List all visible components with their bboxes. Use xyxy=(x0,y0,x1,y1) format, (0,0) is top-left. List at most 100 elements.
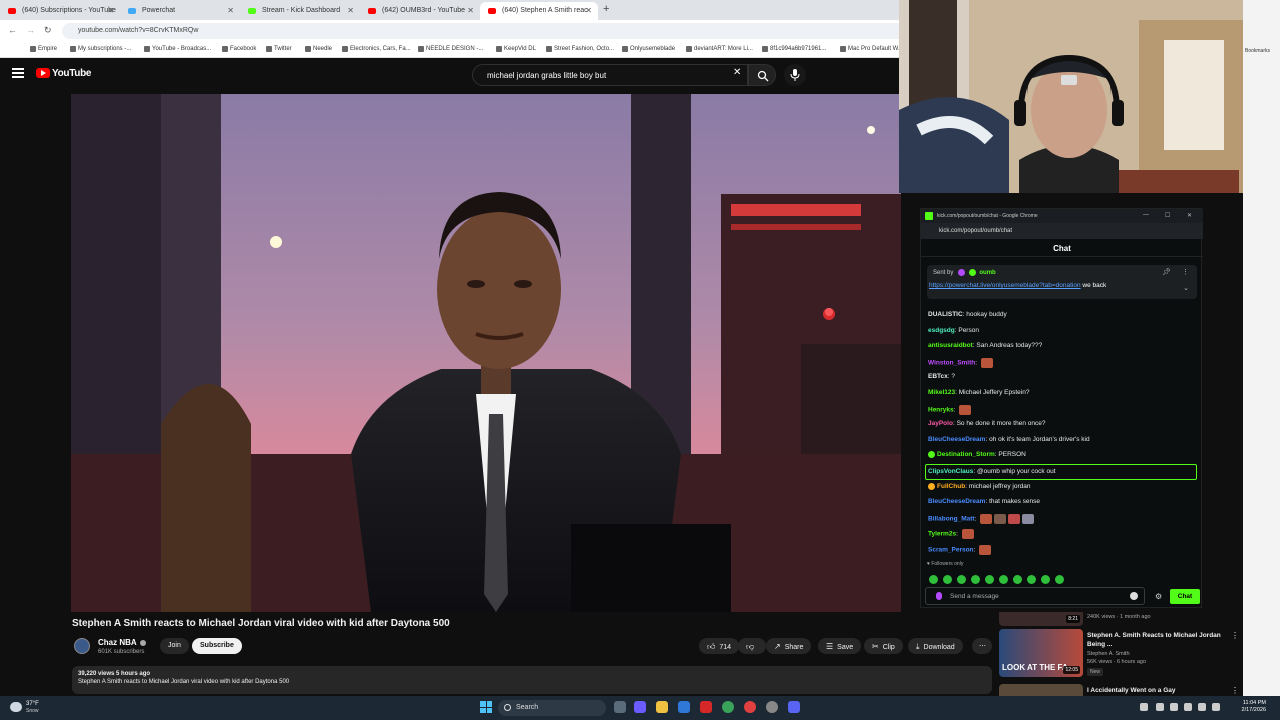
hamburger-menu-icon[interactable] xyxy=(12,68,24,78)
emote-icon[interactable] xyxy=(971,575,980,584)
forward-icon[interactable]: → xyxy=(26,25,35,35)
new-tab-icon[interactable]: + xyxy=(603,3,609,15)
app-icon[interactable] xyxy=(744,701,756,713)
windows-start-icon[interactable] xyxy=(480,701,492,713)
tray-icon[interactable] xyxy=(1156,703,1164,711)
chat-window-url[interactable]: kick.com/popout/oumb/chat xyxy=(921,223,1203,239)
voice-search-button[interactable] xyxy=(784,64,806,86)
chat-username[interactable]: BleuCheeseDream xyxy=(928,498,985,505)
close-window-icon[interactable]: ✕ xyxy=(1187,212,1192,219)
chat-send-button[interactable]: Chat xyxy=(1170,589,1200,604)
youtube-wordmark[interactable]: YouTube xyxy=(52,68,92,79)
close-tab-icon[interactable]: ✕ xyxy=(107,6,114,15)
chat-username[interactable]: Henryks xyxy=(928,406,954,413)
chat-username[interactable]: BleuCheeseDream xyxy=(928,436,985,443)
description-box[interactable]: 39,220 views 5 hours ago Stephen A Smith… xyxy=(72,666,992,694)
bookmark-item[interactable]: 8f1c994a6b971961... xyxy=(762,46,826,52)
bookmark-item[interactable]: Mac Pro Default W... xyxy=(840,46,903,52)
chat-message-input[interactable]: Send a message xyxy=(925,587,1145,605)
video-thumbnail[interactable] xyxy=(999,684,1083,696)
reload-icon[interactable]: ↻ xyxy=(44,25,52,36)
bookmark-item[interactable]: deviantART: More Li... xyxy=(686,46,753,52)
bookmark-item[interactable]: YouTube - Broadcas... xyxy=(144,46,211,52)
chat-username[interactable]: FullChub xyxy=(937,483,965,490)
chevron-down-icon[interactable]: ⌄ xyxy=(1183,284,1189,292)
back-icon[interactable]: ← xyxy=(8,25,17,35)
chat-username[interactable]: Winston_Smith xyxy=(928,360,975,367)
clear-search-icon[interactable]: ✕ xyxy=(733,67,741,78)
video-thumbnail[interactable]: 8:21 xyxy=(999,612,1083,626)
task-view-icon[interactable] xyxy=(614,701,626,713)
chat-username[interactable]: Tylerm2s xyxy=(928,531,956,538)
chat-username[interactable]: esdgsdg xyxy=(928,327,955,334)
recommended-video[interactable]: I Accidentally Went on a Gay ⋮ xyxy=(999,684,1243,696)
bookmark-item[interactable]: Electronics, Cars, Fa... xyxy=(342,46,411,52)
bookmark-item[interactable]: Twitter xyxy=(266,46,292,52)
weather-snow-icon[interactable] xyxy=(10,702,22,712)
wifi-icon[interactable] xyxy=(1170,703,1178,711)
share-button[interactable]: ↗ Share xyxy=(766,638,812,654)
bookmark-item[interactable]: Empire xyxy=(30,46,57,52)
emote-icon[interactable] xyxy=(1055,575,1064,584)
emote-icon[interactable] xyxy=(1027,575,1036,584)
channel-avatar[interactable] xyxy=(74,638,90,654)
recommended-title[interactable]: I Accidentally Went on a Gay xyxy=(1087,686,1237,695)
emote-icon[interactable] xyxy=(929,575,938,584)
minimize-icon[interactable]: — xyxy=(1143,212,1149,218)
chrome-icon[interactable] xyxy=(722,701,734,713)
search-input[interactable]: michael jordan grabs little boy but xyxy=(472,64,748,86)
tray-icon[interactable] xyxy=(1212,703,1220,711)
app-icon[interactable] xyxy=(700,701,712,713)
maximize-icon[interactable]: ☐ xyxy=(1165,212,1170,219)
channel-name[interactable]: Chaz NBA xyxy=(98,638,146,647)
bookmark-item[interactable]: My subscriptions -... xyxy=(70,46,131,52)
subscribe-button[interactable]: Subscribe xyxy=(192,638,242,654)
battery-icon[interactable] xyxy=(1198,703,1206,711)
file-explorer-icon[interactable] xyxy=(656,701,668,713)
more-icon[interactable]: ⋮ xyxy=(1231,631,1239,640)
browser-tab[interactable]: Powerchat ✕ xyxy=(120,2,240,20)
save-button[interactable]: ☰ Save xyxy=(818,638,862,654)
bookmark-item[interactable]: Street Fashion, Octo... xyxy=(546,46,614,52)
bookmark-item[interactable]: Facebook xyxy=(222,46,256,52)
bookmarks-overflow[interactable]: Bookmarks xyxy=(1245,48,1270,54)
recommended-video[interactable]: LOOK AT THE FA 12:05 Stephen A. Smith Re… xyxy=(999,629,1243,681)
emote-icon[interactable] xyxy=(943,575,952,584)
recommended-video[interactable]: 8:21 240K views · 1 month ago xyxy=(999,612,1243,626)
close-tab-icon[interactable]: ✕ xyxy=(585,6,592,15)
more-actions-button[interactable]: ⋯ xyxy=(972,638,992,654)
store-icon[interactable] xyxy=(678,701,690,713)
dislike-button[interactable]: 👎︎ xyxy=(738,638,767,654)
gear-icon[interactable]: ⚙ xyxy=(1155,592,1162,601)
copilot-icon[interactable] xyxy=(634,701,646,713)
emote-icon[interactable] xyxy=(1041,575,1050,584)
join-button[interactable]: Join xyxy=(160,638,189,654)
emote-icon[interactable] xyxy=(985,575,994,584)
chat-username[interactable]: Scram_Person xyxy=(928,547,974,554)
discord-icon[interactable] xyxy=(788,701,800,713)
tray-chevron-icon[interactable] xyxy=(1140,703,1148,711)
close-tab-icon[interactable]: ✕ xyxy=(467,6,474,15)
chat-username[interactable]: Billabong_Matt xyxy=(928,515,975,522)
emoji-picker-icon[interactable] xyxy=(1130,592,1138,600)
close-tab-icon[interactable]: ✕ xyxy=(227,6,234,15)
more-icon[interactable]: ⋮ xyxy=(1231,686,1239,695)
video-player[interactable] xyxy=(71,94,901,612)
chat-username[interactable]: ClipsVonClaus xyxy=(928,468,973,475)
browser-tab-active[interactable]: (640) Stephen A Smith reac ✕ xyxy=(480,2,598,20)
clip-button[interactable]: ✂ Clip xyxy=(864,638,903,654)
chat-username[interactable]: Destination_Storm xyxy=(937,452,995,459)
chat-username[interactable]: DUALISTIC xyxy=(928,311,963,318)
taskbar-search[interactable]: Search xyxy=(498,700,606,716)
clock[interactable]: 11:04 PM 2/17/2026 xyxy=(1230,700,1266,714)
emote-icon[interactable] xyxy=(999,575,1008,584)
bookmark-item[interactable]: KeepVid DL xyxy=(496,46,536,52)
bookmark-item[interactable]: Needle xyxy=(305,46,332,52)
browser-tab[interactable]: (640) Subscriptions - YouTube ✕ xyxy=(0,2,120,20)
obs-icon[interactable] xyxy=(766,701,778,713)
chat-username[interactable]: Mikel123 xyxy=(928,389,955,396)
pinned-link[interactable]: https://powerchat.live/onlyusemeblade?ta… xyxy=(929,282,1081,289)
bookmark-item[interactable]: Onlyusemeblade xyxy=(622,46,675,52)
download-button[interactable]: ⤓ Download xyxy=(908,638,963,654)
bookmark-item[interactable]: NEEDLE DESIGN -... xyxy=(418,46,483,52)
